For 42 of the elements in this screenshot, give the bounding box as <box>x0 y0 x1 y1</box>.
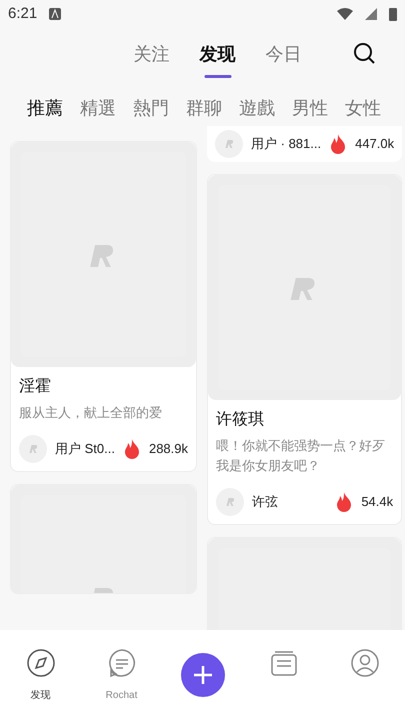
top-tab[interactable]: 关注 <box>134 40 170 78</box>
heat-count: 288.9k <box>148 440 188 458</box>
category-tab[interactable]: 遊戲 <box>239 94 275 122</box>
logo-icon <box>223 138 236 150</box>
category-tab[interactable]: 熱門 <box>133 94 169 122</box>
battery-icon <box>389 7 397 21</box>
logo-icon <box>224 496 236 508</box>
category-tab[interactable]: 推薦 <box>27 94 63 122</box>
add-button[interactable] <box>180 653 224 697</box>
compass-icon <box>26 648 56 678</box>
top-tab[interactable]: 今日 <box>266 40 302 78</box>
flame-icon <box>335 491 354 513</box>
character-card[interactable]: 淫霍 服从主人，献上全部的爱 用户 St0... 288.9k <box>10 141 198 472</box>
chat-icon <box>106 648 136 678</box>
wifi-icon <box>337 8 353 20</box>
character-name: 许筱琪 <box>215 410 266 430</box>
author-name: 许弦 <box>252 493 280 512</box>
status-time: 6:21 <box>8 4 38 24</box>
author-name: 用户 St0... <box>55 440 115 458</box>
signal-icon <box>365 8 377 20</box>
category-tab[interactable]: 精選 <box>80 94 116 122</box>
nav-item[interactable]: Rochat <box>81 648 162 703</box>
character-description: 服从主人，献上全部的爱 <box>18 404 163 422</box>
flame-icon <box>122 438 141 460</box>
top-tab[interactable]: 发现 <box>200 40 236 78</box>
character-card[interactable]: 用户 · 881... 447.0k <box>207 126 402 162</box>
category-tab[interactable]: 女性 <box>345 94 381 122</box>
plus-icon <box>192 665 212 685</box>
character-name: 淫霍 <box>18 376 52 397</box>
flame-icon <box>329 133 348 155</box>
nav-item[interactable]: 发现 <box>0 648 81 703</box>
heat-count: 54.4k <box>361 493 394 512</box>
character-card[interactable]: 许筱琪 喂！你就不能强势一点？好歹我是你女朋友吧？ 许弦 54.4k <box>207 174 402 525</box>
search-icon[interactable] <box>353 42 375 64</box>
character-description: 喂！你就不能强势一点？好歹我是你女朋友吧？ <box>215 437 386 475</box>
logo-icon <box>27 443 39 455</box>
profile-icon <box>350 648 380 678</box>
heat-count: 447.0k <box>355 135 394 154</box>
notification-icon <box>49 8 62 20</box>
category-tab[interactable]: 群聊 <box>186 94 222 122</box>
category-tab[interactable]: 男性 <box>292 94 328 122</box>
author-name: 用户 · 881... <box>251 135 322 154</box>
